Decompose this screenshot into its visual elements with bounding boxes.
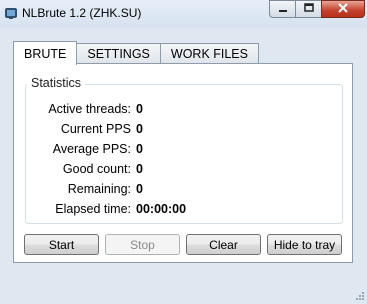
title-bar: NLBrute 1.2 (ZHK.SU) (0, 0, 367, 28)
app-logo-icon (4, 6, 18, 20)
maximize-icon (303, 2, 314, 16)
statistics-title: Statistics (27, 76, 86, 90)
maximize-button[interactable] (295, 0, 321, 18)
stat-row-average-pps: Average PPS: 0 (26, 142, 226, 160)
start-button[interactable]: Start (24, 234, 99, 255)
stat-value: 0 (136, 142, 143, 156)
tab-strip: BRUTE SETTINGS WORK FILES (13, 41, 259, 65)
minimize-button[interactable] (269, 0, 295, 18)
stat-label: Current PPS (60, 122, 131, 136)
stat-label: Good count: (62, 162, 131, 176)
stat-label: Average PPS: (52, 142, 131, 156)
stop-button[interactable]: Stop (105, 234, 180, 255)
stat-value: 0 (136, 182, 143, 196)
tab-settings[interactable]: SETTINGS (77, 43, 161, 64)
tab-work-files[interactable]: WORK FILES (160, 43, 259, 64)
resize-grip-icon[interactable] (355, 290, 365, 300)
stat-value: 00:00:00 (136, 202, 187, 216)
stat-value: 0 (136, 162, 143, 176)
clear-button[interactable]: Clear (186, 234, 261, 255)
hide-to-tray-button[interactable]: Hide to tray (267, 234, 342, 255)
statistics-group: Active threads: 0 Current PPS 0 Average … (25, 84, 343, 224)
brute-panel: Active threads: 0 Current PPS 0 Average … (13, 63, 353, 263)
tab-brute[interactable]: BRUTE (13, 41, 78, 65)
stat-value: 0 (136, 122, 143, 136)
stat-row-active-threads: Active threads: 0 (26, 102, 226, 120)
stat-value: 0 (136, 102, 143, 116)
stat-label: Elapsed time: (55, 202, 131, 216)
close-button[interactable] (321, 0, 365, 18)
stat-row-elapsed-time: Elapsed time: 00:00:00 (26, 202, 226, 220)
window-title: NLBrute 1.2 (ZHK.SU) (22, 6, 142, 20)
window-controls (269, 0, 365, 20)
stat-row-current-pps: Current PPS 0 (26, 122, 226, 140)
stat-label: Active threads: (48, 102, 131, 116)
minimize-icon (278, 2, 288, 16)
stat-row-good-count: Good count: 0 (26, 162, 226, 180)
close-icon (337, 2, 349, 16)
stat-row-remaining: Remaining: 0 (26, 182, 226, 200)
stat-label: Remaining: (67, 182, 131, 196)
